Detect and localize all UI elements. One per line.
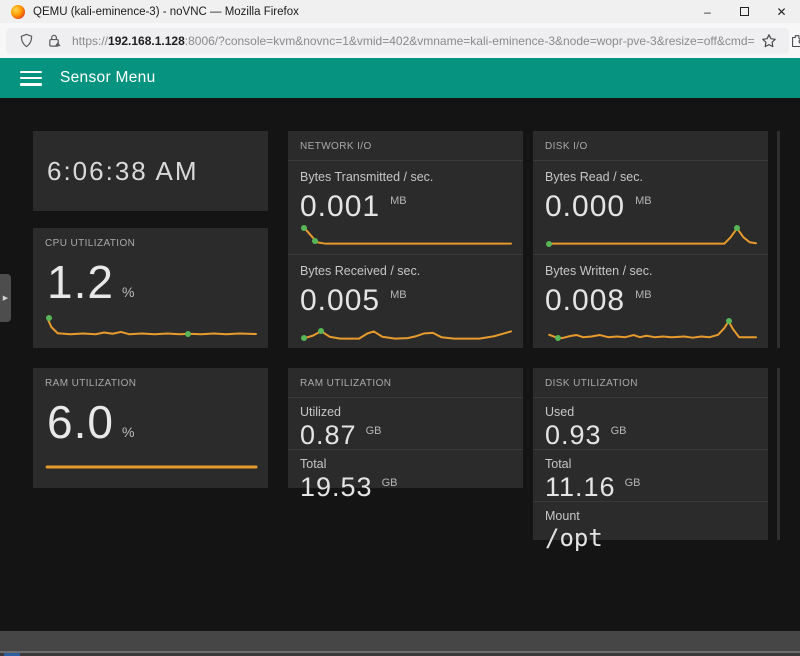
page-title: Sensor Menu [60, 69, 156, 87]
sparkline-marker-dot [312, 238, 318, 244]
url-scheme: https:// [72, 34, 108, 48]
ram-total-row: Total 19.53 GB [288, 449, 523, 501]
clock-panel: 6:06:38 AM [33, 131, 268, 211]
bytes-transmitted-value: 0.001 [300, 192, 380, 222]
app-header: Sensor Menu [0, 58, 800, 98]
chevron-right-icon: ▶ [3, 295, 8, 302]
cpu-unit: % [122, 284, 134, 300]
address-bar[interactable]: https://192.168.1.128:8006/?console=kvm&… [6, 28, 789, 54]
bytes-written-sparkline [545, 318, 756, 342]
ram-utilization-percent-panel: RAM UTILIZATION 6.0 % [33, 368, 268, 488]
metric-label: Bytes Received / sec. [300, 264, 511, 278]
vnc-bottom-strip [0, 631, 800, 656]
sparkline-marker-dot [734, 225, 740, 231]
url-query: :8006/?console=kvm&novnc=1&vmid=402&vmna… [185, 34, 755, 48]
window-title: QEMU (kali-eminence-3) - noVNC — Mozilla… [33, 6, 299, 18]
metric-label: Bytes Transmitted / sec. [300, 170, 511, 184]
metric-label: Bytes Written / sec. [545, 264, 756, 278]
browser-toolbar: https://192.168.1.128:8006/?console=kvm&… [0, 23, 800, 58]
bytes-read-section: Bytes Read / sec. 0.000 MB [533, 161, 768, 254]
window-titlebar: QEMU (kali-eminence-3) - noVNC — Mozilla… [0, 0, 800, 23]
ram-percent-unit: % [122, 424, 134, 440]
bytes-read-sparkline [545, 224, 756, 248]
ram-sparkline [45, 454, 256, 480]
cpu-value: 1.2 [47, 259, 114, 305]
bytes-received-value: 0.005 [300, 286, 380, 316]
ram-utilization-detail-panel: RAM UTILIZATION Utilized 0.87 GB Total 1… [288, 368, 523, 488]
panel-title: DISK I/O [533, 131, 768, 161]
cpu-sparkline [45, 314, 256, 340]
clock-value: 6:06:38 AM [33, 156, 199, 187]
panel-title: RAM UTILIZATION [288, 368, 523, 398]
bytes-received-section: Bytes Received / sec. 0.005 MB [288, 254, 523, 348]
close-button[interactable]: ✕ [763, 0, 800, 23]
sparkline-marker-dot [555, 335, 561, 341]
panel-title: RAM UTILIZATION [33, 368, 268, 397]
bytes-written-value: 0.008 [545, 286, 625, 316]
bookmark-star-icon[interactable] [760, 32, 778, 50]
sensor-menu-hamburger-icon[interactable] [20, 71, 42, 86]
firefox-icon [11, 5, 25, 19]
clipped-panel-edge [777, 131, 780, 348]
disk-total-row: Total 11.16 GB [533, 449, 768, 501]
sparkline-marker-dot [46, 315, 52, 321]
cpu-utilization-panel: CPU UTILIZATION 1.2 % [33, 228, 268, 348]
sparkline-marker-dot [546, 241, 552, 247]
bytes-written-section: Bytes Written / sec. 0.008 MB [533, 254, 768, 348]
ram-percent-value: 6.0 [47, 399, 114, 445]
lock-warning-icon[interactable] [45, 32, 63, 50]
dashboard: 6:06:38 AM CPU UTILIZATION 1.2 % NETWORK… [0, 98, 800, 631]
window-controls: – ✕ [689, 0, 800, 23]
disk-mount-row: Mount /opt [533, 501, 768, 550]
metric-label: Bytes Read / sec. [545, 170, 756, 184]
row-unit: GB [366, 425, 382, 437]
panel-title: NETWORK I/O [288, 131, 523, 161]
sparkline-marker-dot [726, 318, 732, 324]
row-unit: GB [382, 477, 398, 489]
sparkline-marker-dot [318, 328, 324, 334]
clipped-panel-edge [777, 368, 780, 540]
row-label: Utilized [300, 405, 511, 419]
network-io-panel: NETWORK I/O Bytes Transmitted / sec. 0.0… [288, 131, 523, 348]
row-label: Mount [545, 509, 756, 523]
ram-total-value: 19.53 [300, 474, 373, 501]
panel-title: DISK UTILIZATION [533, 368, 768, 398]
extensions-puzzle-icon[interactable] [789, 27, 800, 55]
disk-used-row: Used 0.93 GB [533, 398, 768, 449]
row-label: Total [545, 457, 756, 471]
maximize-button[interactable] [726, 0, 763, 23]
url-host: 192.168.1.128 [108, 34, 185, 48]
side-drawer-handle[interactable]: ▶ [0, 274, 11, 322]
sparkline-marker-dot [185, 331, 191, 337]
maximize-icon [740, 7, 749, 16]
sparkline-marker-dot [301, 225, 307, 231]
row-unit: GB [625, 477, 641, 489]
bytes-transmitted-section: Bytes Transmitted / sec. 0.001 MB [288, 161, 523, 254]
row-unit: GB [611, 425, 627, 437]
panel-title: CPU UTILIZATION [33, 228, 268, 257]
metric-unit: MB [390, 289, 407, 301]
disk-total-value: 11.16 [545, 474, 616, 501]
url-text: https://192.168.1.128:8006/?console=kvm&… [72, 34, 755, 48]
browser-window: QEMU (kali-eminence-3) - noVNC — Mozilla… [0, 0, 800, 656]
disk-io-panel: DISK I/O Bytes Read / sec. 0.000 MB Byte… [533, 131, 768, 348]
minimize-button[interactable]: – [689, 0, 726, 23]
disk-mount-value: /opt [545, 526, 603, 550]
disk-used-value: 0.93 [545, 422, 602, 449]
ram-utilized-value: 0.87 [300, 422, 357, 449]
bytes-transmitted-sparkline [300, 224, 511, 248]
sparkline-marker-dot [301, 335, 307, 341]
row-label: Used [545, 405, 756, 419]
bytes-read-value: 0.000 [545, 192, 625, 222]
shield-icon[interactable] [17, 32, 35, 50]
metric-unit: MB [635, 195, 652, 207]
disk-utilization-panel: DISK UTILIZATION Used 0.93 GB Total 11.1… [533, 368, 768, 540]
row-label: Total [300, 457, 511, 471]
bytes-received-sparkline [300, 318, 511, 342]
metric-unit: MB [390, 195, 407, 207]
ram-utilized-row: Utilized 0.87 GB [288, 398, 523, 449]
metric-unit: MB [635, 289, 652, 301]
